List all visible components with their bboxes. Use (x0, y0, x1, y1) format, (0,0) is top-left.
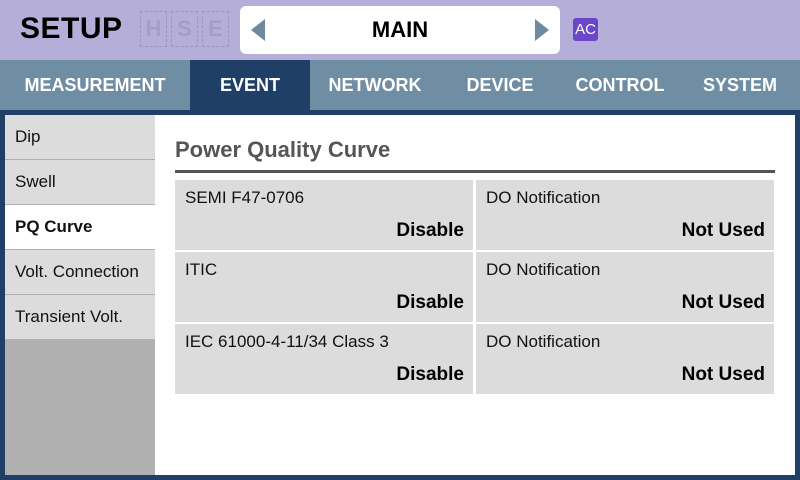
setting-label: DO Notification (486, 332, 601, 351)
setting-label: DO Notification (486, 260, 601, 279)
tab-event[interactable]: EVENT (190, 60, 310, 110)
itic-curve-setting[interactable]: ITIC Disable (175, 252, 473, 322)
next-arrow-icon[interactable] (535, 19, 549, 41)
section-divider (175, 170, 775, 173)
setting-label: SEMI F47-0706 (185, 188, 305, 207)
page-selector: MAIN (240, 6, 560, 54)
harmonics-e-indicator: E (202, 11, 229, 47)
semi-curve-setting[interactable]: SEMI F47-0706 Disable (175, 180, 473, 250)
setting-label: ITIC (185, 260, 218, 279)
sidebar: Dip Swell PQ Curve Volt. Connection Tran… (5, 115, 155, 475)
setting-value: Not Used (681, 292, 765, 313)
semi-do-notification-setting[interactable]: DO Notification Not Used (476, 180, 774, 250)
setting-value: Not Used (681, 220, 765, 241)
sidebar-item-swell[interactable]: Swell (5, 160, 155, 204)
setting-value: Disable (396, 220, 464, 241)
setting-value: Disable (396, 364, 464, 385)
setting-value: Disable (396, 292, 464, 313)
section-title: Power Quality Curve (175, 137, 391, 162)
sidebar-item-dip[interactable]: Dip (5, 115, 155, 159)
iec-do-notification-setting[interactable]: DO Notification Not Used (476, 324, 774, 394)
header-bar: SETUP H S E MAIN AC (0, 0, 800, 60)
tab-network[interactable]: NETWORK (310, 60, 440, 110)
harmonics-h-indicator: H (140, 11, 167, 47)
selector-label: MAIN (371, 17, 429, 42)
harmonics-s-indicator: S (171, 11, 198, 47)
itic-do-notification-setting[interactable]: DO Notification Not Used (476, 252, 774, 322)
page-title: SETUP (20, 12, 123, 45)
main-nav: MEASUREMENT EVENT NETWORK DEVICE CONTROL… (0, 60, 800, 110)
sidebar-item-transient-volt[interactable]: Transient Volt. (5, 295, 155, 339)
iec-curve-setting[interactable]: IEC 61000-4-11/34 Class 3 Disable (175, 324, 473, 394)
sidebar-item-pq-curve[interactable]: PQ Curve (5, 205, 155, 249)
ac-status-badge: AC (573, 18, 598, 41)
tab-control[interactable]: CONTROL (560, 60, 680, 110)
main-panel: Power Quality Curve SEMI F47-0706 Disabl… (155, 115, 795, 475)
tab-system[interactable]: SYSTEM (680, 60, 800, 110)
sidebar-item-volt-connection[interactable]: Volt. Connection (5, 250, 155, 294)
setting-label: DO Notification (486, 188, 601, 207)
previous-arrow-icon[interactable] (251, 19, 265, 41)
setting-label: IEC 61000-4-11/34 Class 3 (185, 332, 389, 351)
setting-value: Not Used (681, 364, 765, 385)
tab-device[interactable]: DEVICE (440, 60, 560, 110)
tab-measurement[interactable]: MEASUREMENT (0, 60, 190, 110)
